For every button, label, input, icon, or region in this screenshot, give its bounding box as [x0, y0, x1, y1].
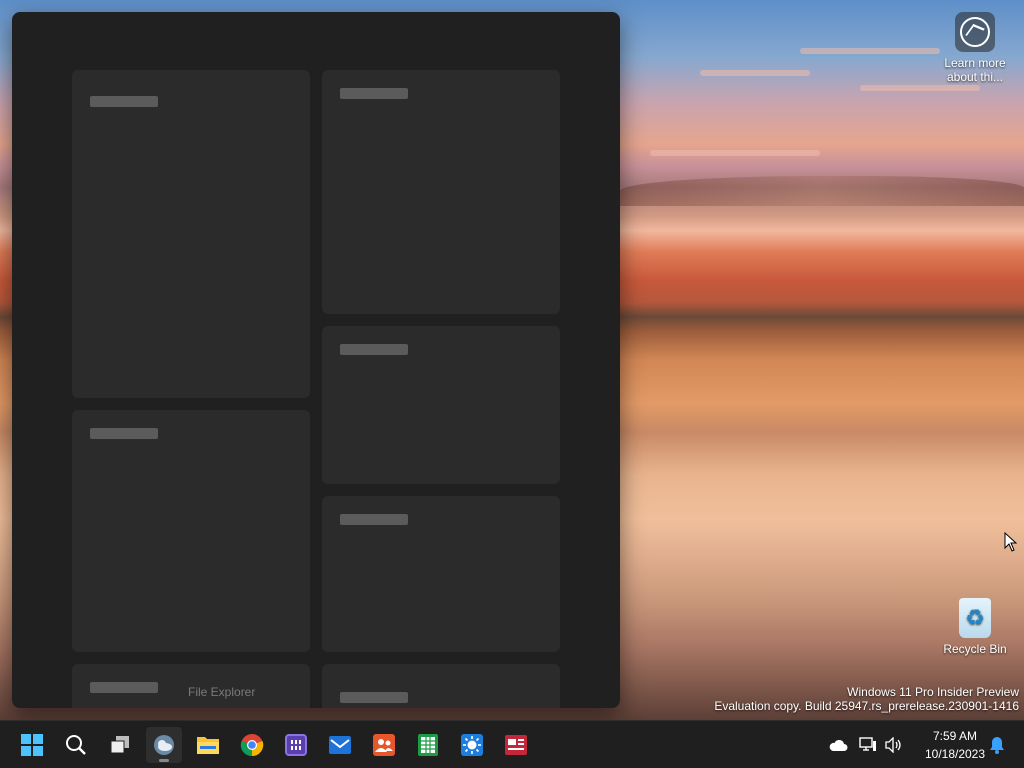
widget-card-placeholder[interactable]: [322, 664, 560, 708]
wallpaper-mountains: [620, 176, 1024, 206]
widget-card-placeholder[interactable]: [72, 70, 310, 398]
start-button[interactable]: [14, 727, 50, 763]
widget-title-placeholder: [90, 96, 158, 107]
network-button[interactable]: [856, 727, 880, 763]
chrome-icon: [240, 734, 264, 757]
search-button[interactable]: [58, 727, 94, 763]
learn-more-icon: [955, 12, 995, 52]
onedrive-cloud-icon: [829, 739, 848, 751]
weather-widget-icon: [154, 735, 174, 755]
calendar-button[interactable]: [278, 727, 314, 763]
wallpaper-cloud: [860, 85, 980, 91]
widget-card-placeholder[interactable]: [72, 410, 310, 652]
widget-title-placeholder: [340, 344, 408, 355]
volume-button[interactable]: [882, 727, 906, 763]
desktop-icon-recycle-bin[interactable]: ♻ Recycle Bin: [935, 598, 1015, 656]
folder-icon: [197, 737, 219, 754]
sun-icon: [461, 734, 483, 756]
spreadsheet-button[interactable]: [410, 727, 446, 763]
mail-button[interactable]: [322, 727, 358, 763]
search-icon: [66, 735, 86, 755]
wallpaper-cloud: [700, 70, 810, 76]
task-view-icon: [110, 736, 129, 754]
watermark-line-1: Windows 11 Pro Insider Preview: [847, 685, 1019, 699]
people-icon: [373, 734, 395, 756]
mail-icon: [329, 736, 351, 754]
wallpaper-cloud: [650, 150, 820, 156]
weather-button[interactable]: [454, 727, 490, 763]
widget-title-placeholder: [340, 88, 408, 99]
evaluation-watermark: Windows 11 Pro Insider Preview Evaluatio…: [714, 685, 1019, 713]
network-icon: [859, 737, 876, 751]
calendar-icon: [285, 734, 307, 756]
widgets-button[interactable]: [146, 727, 182, 763]
chrome-button[interactable]: [234, 727, 270, 763]
widget-title-placeholder: [90, 428, 158, 439]
windows-logo-icon: [21, 734, 43, 756]
taskbar: 7:59 AM 10/18/2023: [0, 720, 1024, 768]
taskbar-tooltip: File Explorer: [188, 685, 256, 699]
desktop-icon-learn-more[interactable]: Learn more about thi...: [935, 12, 1015, 84]
widget-card-placeholder[interactable]: [322, 70, 560, 314]
notification-bell-icon: [990, 737, 1004, 754]
volume-icon: [885, 737, 901, 753]
widgets-panel: File Explorer: [12, 12, 620, 708]
watermark-line-2: Evaluation copy. Build 25947.rs_prerelea…: [714, 699, 1019, 713]
notifications-button[interactable]: [984, 727, 1010, 763]
widget-card-placeholder[interactable]: [322, 496, 560, 652]
widget-title-placeholder: [340, 692, 408, 703]
wallpaper-cloud: [800, 48, 940, 54]
spreadsheet-icon: [418, 734, 438, 756]
desktop-icon-label: Recycle Bin: [943, 642, 1007, 656]
news-icon: [505, 735, 527, 755]
active-indicator: [159, 759, 169, 762]
task-view-button[interactable]: [102, 727, 138, 763]
widget-title-placeholder: [90, 682, 158, 693]
news-button[interactable]: [498, 727, 534, 763]
file-explorer-button[interactable]: [190, 727, 226, 763]
desktop-icon-label: Learn more about thi...: [944, 56, 1006, 84]
recycle-bin-icon: ♻: [959, 598, 991, 638]
widget-card-placeholder[interactable]: [322, 326, 560, 484]
onedrive-button[interactable]: [824, 727, 852, 763]
widget-title-placeholder: [340, 514, 408, 525]
people-button[interactable]: [366, 727, 402, 763]
